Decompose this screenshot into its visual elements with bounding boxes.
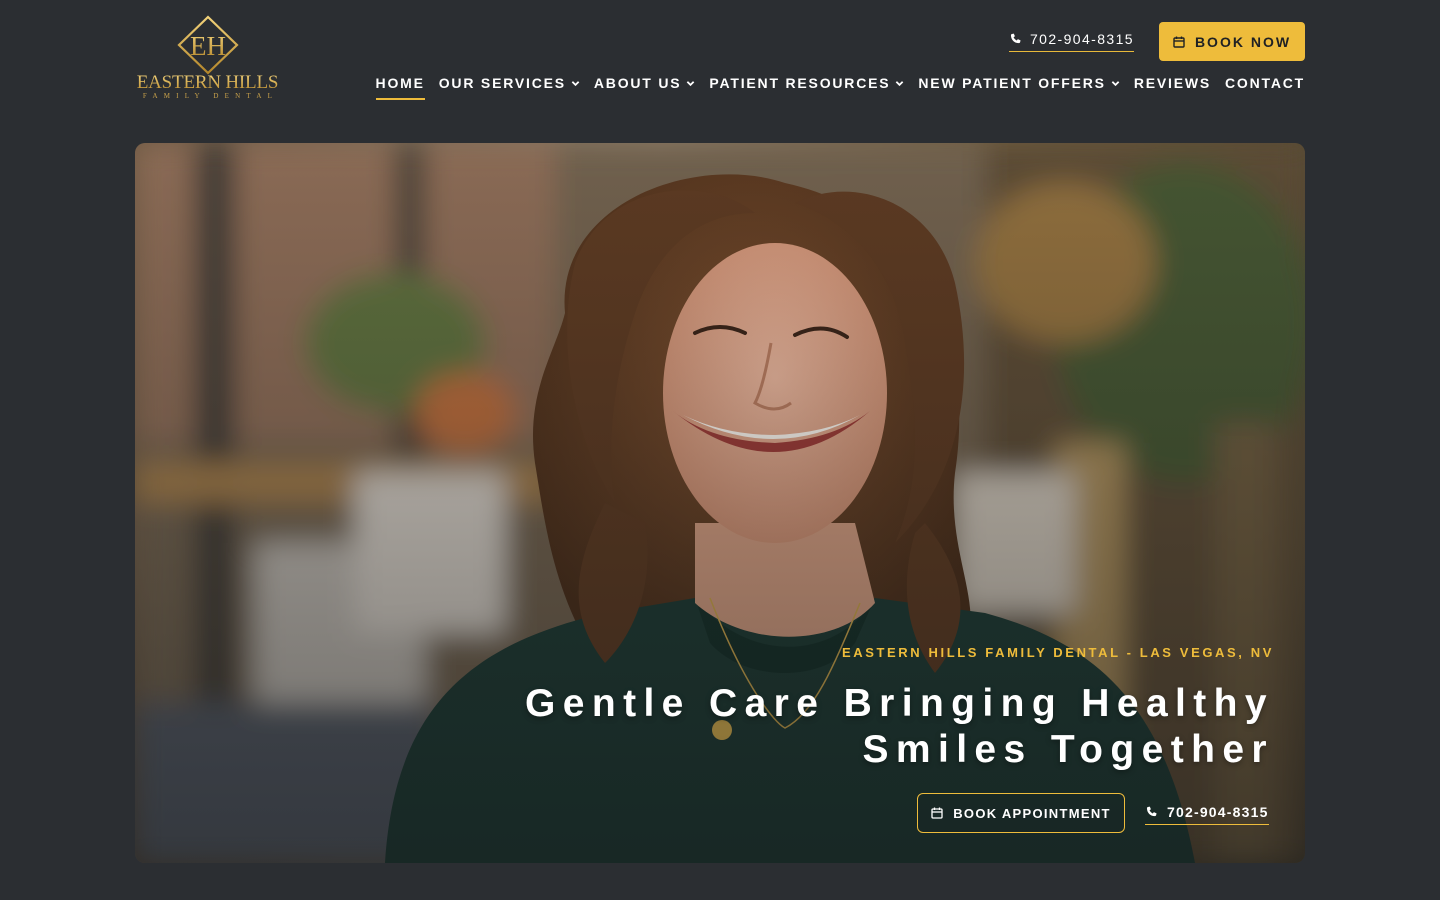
nav-item-about-us[interactable]: ABOUT US bbox=[594, 75, 696, 100]
book-now-label: BOOK NOW bbox=[1194, 33, 1292, 50]
logo-tagline: FAMILY DENTAL bbox=[142, 92, 279, 100]
nav-item-label: PATIENT RESOURCES bbox=[709, 75, 891, 91]
nav-item-patient-resources[interactable]: PATIENT RESOURCES bbox=[709, 75, 904, 100]
phone-icon bbox=[1146, 806, 1157, 816]
nav-item-label: CONTACT bbox=[1225, 75, 1305, 91]
main-nav: HOME OUR SERVICES ABOUT US PATIENT RESOU… bbox=[375, 75, 1305, 100]
hero-title-line-1: Gentle Care Bringing Healthy bbox=[525, 682, 1274, 725]
hero-phone-number: 702-904-8315 bbox=[1167, 804, 1269, 820]
hero-eyebrow: EASTERN HILLS FAMILY DENTAL - LAS VEGAS,… bbox=[841, 645, 1274, 660]
nav-item-new-patient-offers[interactable]: NEW PATIENT OFFERS bbox=[918, 75, 1120, 100]
hero-banner: EASTERN HILLS FAMILY DENTAL - LAS VEGAS,… bbox=[135, 143, 1305, 863]
calendar-icon bbox=[931, 807, 943, 819]
chevron-down-icon bbox=[571, 80, 580, 86]
phone-icon bbox=[1010, 33, 1021, 43]
book-now-button[interactable]: BOOK NOW bbox=[1159, 22, 1305, 61]
nav-item-our-services[interactable]: OUR SERVICES bbox=[439, 75, 580, 100]
chevron-down-icon bbox=[1111, 80, 1120, 86]
nav-item-contact[interactable]: CONTACT bbox=[1225, 75, 1305, 100]
nav-item-home[interactable]: HOME bbox=[375, 75, 425, 100]
book-appointment-button[interactable]: BOOK APPOINTMENT bbox=[917, 793, 1125, 833]
nav-item-label: ABOUT US bbox=[593, 75, 682, 91]
site-logo[interactable]: EH EASTERN HILLS FAMILY DENTAL bbox=[135, 14, 280, 106]
logo-monogram-icon: EH bbox=[176, 15, 239, 75]
svg-text:EH: EH bbox=[190, 31, 226, 61]
hero-phone-link[interactable]: 702-904-8315 bbox=[1145, 804, 1269, 825]
nav-item-reviews[interactable]: REVIEWS bbox=[1134, 75, 1211, 100]
calendar-icon bbox=[1173, 36, 1185, 48]
hero-title: Gentle Care Bringing Healthy Smiles Toge… bbox=[374, 681, 1274, 773]
header-phone-number: 702-904-8315 bbox=[1030, 31, 1134, 47]
book-appointment-label: BOOK APPOINTMENT bbox=[953, 805, 1111, 821]
nav-item-label: REVIEWS bbox=[1133, 75, 1211, 91]
nav-item-label: HOME bbox=[375, 75, 425, 91]
header-phone-link[interactable]: 702-904-8315 bbox=[1009, 31, 1134, 52]
chevron-down-icon bbox=[896, 80, 904, 86]
chevron-down-icon bbox=[687, 80, 695, 86]
hero-title-line-2: Smiles Together bbox=[862, 728, 1274, 771]
nav-item-label: NEW PATIENT OFFERS bbox=[918, 75, 1106, 91]
logo-name: EASTERN HILLS bbox=[136, 72, 279, 93]
nav-item-label: OUR SERVICES bbox=[438, 75, 566, 91]
